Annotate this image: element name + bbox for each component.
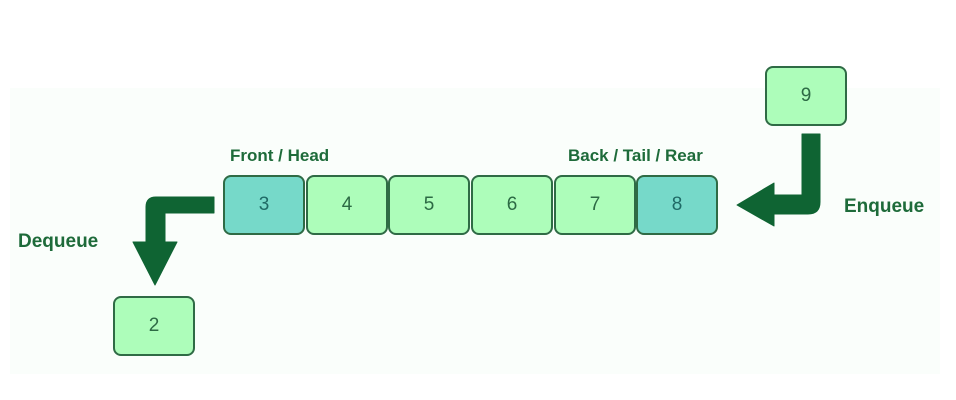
arrows-layer	[132, 133, 821, 286]
enqueue-arrow-icon	[736, 133, 821, 227]
dequeue-arrow-icon	[132, 196, 215, 286]
